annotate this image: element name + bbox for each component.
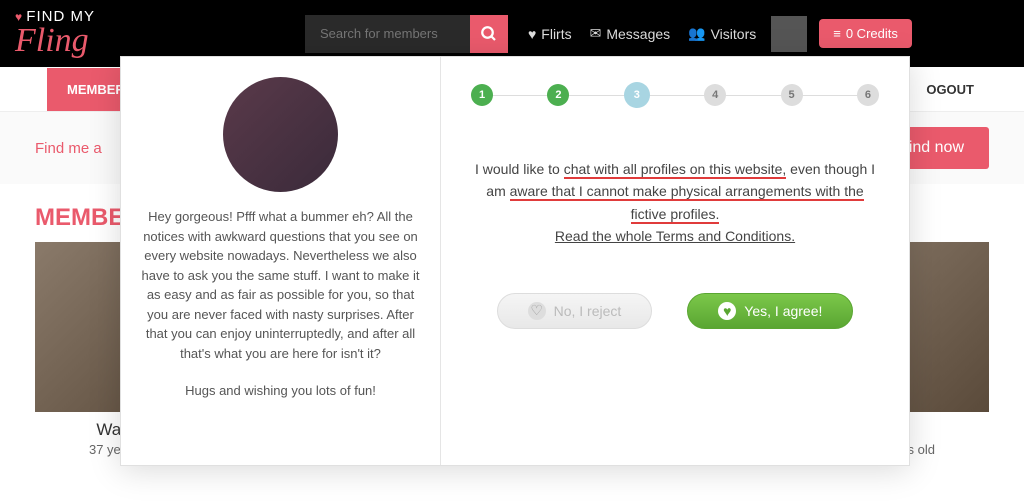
step-6: 6 bbox=[857, 84, 879, 106]
reject-button[interactable]: ♡ No, I reject bbox=[497, 293, 653, 329]
search-button[interactable] bbox=[470, 15, 508, 53]
search-icon bbox=[480, 25, 498, 43]
modal-signoff-text: Hugs and wishing you lots of fun! bbox=[141, 381, 420, 401]
nav-flirts[interactable]: ♥ Flirts bbox=[528, 26, 572, 42]
logo-line2: Fling bbox=[15, 22, 89, 59]
modal-intro-text: Hey gorgeous! Pfff what a bummer eh? All… bbox=[141, 207, 420, 363]
heart-icon: ♥ bbox=[528, 26, 536, 42]
credits-button[interactable]: ≡ 0 Credits bbox=[819, 19, 912, 48]
button-row: ♡ No, I reject ♥ Yes, I agree! bbox=[471, 293, 879, 329]
reject-label: No, I reject bbox=[554, 303, 622, 319]
nav-messages-label: Messages bbox=[606, 26, 670, 42]
logout-link[interactable]: OGOUT bbox=[926, 82, 974, 97]
people-icon: 👥 bbox=[688, 25, 705, 42]
search-input[interactable] bbox=[305, 15, 470, 53]
agree-label: Yes, I agree! bbox=[744, 303, 822, 319]
step-4: 4 bbox=[704, 84, 726, 106]
envelope-icon: ✉ bbox=[590, 25, 602, 42]
avatar[interactable] bbox=[771, 16, 807, 52]
step-2[interactable]: 2 bbox=[547, 84, 569, 106]
credits-label: 0 Credits bbox=[846, 26, 898, 41]
coins-icon: ≡ bbox=[833, 26, 841, 41]
broken-heart-icon: ♡ bbox=[528, 302, 546, 320]
agree-button[interactable]: ♥ Yes, I agree! bbox=[687, 293, 853, 329]
step-1[interactable]: 1 bbox=[471, 84, 493, 106]
consent-underlined-2: aware that I cannot make physical arrang… bbox=[510, 183, 864, 223]
step-5: 5 bbox=[781, 84, 803, 106]
nav-visitors-label: Visitors bbox=[711, 26, 757, 42]
nav-messages[interactable]: ✉ Messages bbox=[590, 25, 671, 42]
consent-underlined-1: chat with all profiles on this website, bbox=[564, 161, 787, 179]
consent-text: I would like to chat with all profiles o… bbox=[471, 158, 879, 248]
step-3[interactable]: 3 bbox=[624, 82, 650, 108]
nav-flirts-label: Flirts bbox=[541, 26, 571, 42]
stepper: 1 2 3 4 5 6 bbox=[471, 82, 879, 108]
consent-pre: I would like to bbox=[475, 161, 564, 177]
find-me-label: Find me a bbox=[35, 140, 102, 157]
heart-icon: ♥ bbox=[718, 302, 736, 320]
host-avatar bbox=[223, 77, 338, 192]
nav-items: ♥ Flirts ✉ Messages 👥 Visitors bbox=[528, 25, 756, 42]
search-wrap bbox=[305, 15, 508, 53]
nav-visitors[interactable]: 👥 Visitors bbox=[688, 25, 756, 42]
onboarding-modal: Hey gorgeous! Pfff what a bummer eh? All… bbox=[120, 56, 910, 466]
modal-left-panel: Hey gorgeous! Pfff what a bummer eh? All… bbox=[121, 57, 441, 465]
logo[interactable]: ♥ FIND MY Fling bbox=[15, 9, 95, 58]
terms-link[interactable]: Read the whole Terms and Conditions. bbox=[555, 228, 795, 244]
modal-right-panel: 1 2 3 4 5 6 I would like to chat with al… bbox=[441, 57, 909, 465]
